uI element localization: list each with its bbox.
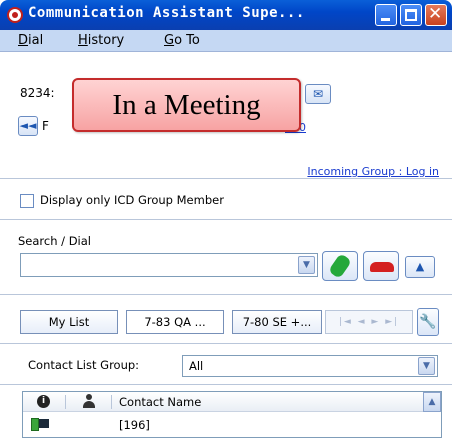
tab-scroll-nav[interactable]: |◄ ◄ ► ►| [325, 310, 413, 334]
person-icon[interactable] [83, 394, 95, 409]
contact-group-select[interactable]: All ▼ [182, 355, 438, 377]
contact-group-section: Contact List Group: All ▼ [0, 345, 452, 385]
minimize-button[interactable] [375, 4, 397, 26]
search-dropdown-button[interactable]: ▼ [298, 256, 315, 274]
contact-group-dropdown-button[interactable]: ▼ [418, 357, 435, 375]
maximize-button[interactable] [400, 4, 422, 26]
chevron-up-icon: ▲ [428, 397, 436, 407]
call-button[interactable] [322, 251, 358, 281]
tab-7-80-se[interactable]: 7-80 SE +... [232, 310, 322, 334]
maximize-icon [405, 9, 417, 21]
tools-button[interactable]: 🔧 [417, 308, 439, 336]
search-dial-section: Search / Dial ▼ ▲ [0, 221, 452, 295]
menu-history-mnemonic: H [78, 33, 88, 48]
app-logo-icon[interactable] [7, 7, 23, 23]
hang-up-button[interactable] [363, 251, 399, 281]
menu-goto-mnemonic: G [164, 33, 175, 48]
chevron-down-icon: ▼ [303, 260, 310, 270]
contact-table-header: i Contact Name [23, 392, 423, 412]
phone-call-icon [327, 252, 353, 280]
menu-history-label: istory [87, 33, 125, 48]
contact-group-label: Contact List Group: [28, 358, 140, 372]
back-button[interactable]: ◄◄ [18, 116, 38, 136]
menu-history[interactable]: History [78, 33, 124, 48]
menu-bar: Dial History Go To [0, 30, 452, 52]
contact-tabs-section: My List 7-83 QA ... 7-80 SE +... |◄ ◄ ► … [0, 296, 452, 344]
contact-name: [196] [119, 418, 150, 432]
window-title: Communication Assistant Supe... [28, 5, 305, 21]
presence-status-overlay: In a Meeting [72, 78, 301, 132]
menu-dial-mnemonic: D [18, 33, 29, 48]
close-icon: ✕ [428, 4, 443, 24]
forward-label: F [42, 119, 49, 133]
wrench-icon: 🔧 [419, 314, 437, 330]
chevron-down-icon: ▼ [423, 361, 430, 371]
display-only-icd-checkbox[interactable] [20, 194, 34, 208]
search-dial-input[interactable]: ▼ [20, 253, 318, 277]
phone-hangup-icon [370, 262, 394, 272]
menu-goto-label: o To [174, 33, 200, 48]
incoming-group-link[interactable]: Incoming Group : Log in [307, 165, 439, 178]
header-divider [65, 395, 66, 409]
title-bar[interactable]: Communication Assistant Supe... ✕ [0, 0, 452, 30]
tab-my-list[interactable]: My List [20, 310, 118, 334]
message-icon: ✉ [312, 87, 324, 101]
minimize-icon [381, 18, 390, 21]
table-row[interactable]: [196] [23, 413, 423, 437]
header-divider [111, 395, 112, 409]
tab-7-83-qa[interactable]: 7-83 QA ... [126, 310, 224, 334]
menu-dial[interactable]: Dial [18, 33, 43, 48]
eject-up-icon: ▲ [415, 260, 425, 273]
menu-dial-label: ial [28, 33, 44, 48]
message-button[interactable]: ✉ [305, 84, 331, 104]
contact-name-header[interactable]: Contact Name [119, 395, 201, 409]
close-button[interactable]: ✕ [425, 4, 447, 26]
icd-filter-section: Display only ICD Group Member [0, 180, 452, 220]
display-only-icd-label[interactable]: Display only ICD Group Member [40, 193, 224, 207]
tab-nav-arrows-icon: |◄ ◄ ► ►| [338, 317, 400, 327]
rewind-icon: ◄◄ [19, 119, 37, 132]
collapse-button[interactable]: ▲ [405, 256, 435, 278]
contact-group-value: All [189, 359, 204, 373]
extension-number: 8234: [20, 86, 55, 100]
presence-desk-icon [31, 418, 49, 431]
info-icon[interactable]: i [37, 395, 50, 408]
menu-goto[interactable]: Go To [164, 33, 200, 48]
scroll-up-button[interactable]: ▲ [423, 392, 441, 412]
search-dial-label: Search / Dial [18, 234, 91, 248]
contact-table: i Contact Name ▲ [196] [22, 391, 442, 438]
